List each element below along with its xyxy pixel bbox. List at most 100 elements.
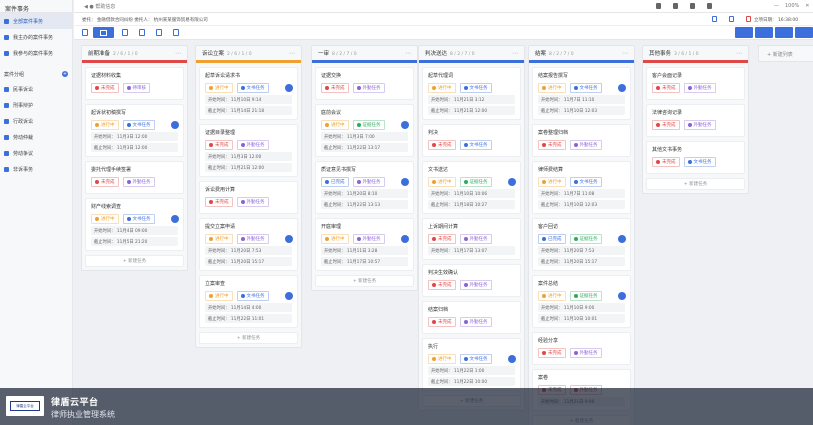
column-title: 前期准备 xyxy=(88,51,111,57)
task-title: 案卷 xyxy=(538,375,549,381)
add-task-button[interactable]: + 新建任务 xyxy=(315,275,414,287)
task-card[interactable]: 客户回访 已完成 证据任务 开始时间： 11月20日 7:53 截止时间： 11月20日… xyxy=(532,218,631,271)
more-icon[interactable]: ⋯ xyxy=(175,50,181,57)
sidebar-group-item[interactable]: 刑事辩护 xyxy=(0,97,72,113)
bell-icon[interactable] xyxy=(673,3,678,9)
column-header[interactable]: 一审 8 / 2 / 7 / 0 ⋯ xyxy=(312,46,417,63)
avatar[interactable] xyxy=(285,235,293,243)
task-card[interactable]: 法律咨询记录 未完成 外勤任务 xyxy=(646,104,745,137)
task-card[interactable]: 判决 未完成 文书任务 xyxy=(422,124,521,157)
task-card[interactable]: 其他文书事务 未完成 文书任务 xyxy=(646,141,745,174)
column-header[interactable]: 判决送达 8 / 2 / 7 / 0 ⋯ xyxy=(419,46,524,63)
sidebar-group-item[interactable]: 民事诉讼 xyxy=(0,81,72,97)
user-button[interactable] xyxy=(795,27,813,38)
sidebar-group-item[interactable]: 行政诉讼 xyxy=(0,113,72,129)
people-icon[interactable] xyxy=(122,29,128,36)
tag-label: 证据任务 xyxy=(362,123,381,128)
close-button[interactable]: ✕ xyxy=(805,3,809,9)
user-icon[interactable] xyxy=(690,3,695,9)
task-card[interactable]: 财产线索调查 进行中 文书任务 开始时间： 11月4日 09:00 截止时间： 11月5… xyxy=(85,198,184,251)
sidebar-group-item[interactable]: 非诉事务 xyxy=(0,161,72,177)
document-icon[interactable] xyxy=(729,16,734,22)
avatar[interactable] xyxy=(285,84,293,92)
task-card[interactable]: 客户会面记录 未完成 外勤任务 xyxy=(646,67,745,100)
avatar[interactable] xyxy=(401,178,409,186)
avatar[interactable] xyxy=(618,292,626,300)
add-task-button[interactable]: + 新建任务 xyxy=(199,332,298,344)
task-card[interactable]: 诉讼费用计算 未完成 外勤任务 xyxy=(199,181,298,214)
folder-button[interactable] xyxy=(755,27,773,38)
add-task-button[interactable]: + 新建任务 xyxy=(646,178,745,190)
delete-icon[interactable] xyxy=(746,16,751,22)
status-dot-icon xyxy=(573,180,578,184)
avatar[interactable] xyxy=(508,178,516,186)
breadcrumb[interactable]: ◀ ● 帮助信息 xyxy=(84,3,115,10)
task-card[interactable]: 起草代理词 进行中 文书任务 开始时间： 11月21日 3:12 截止时间： 11月21… xyxy=(422,67,521,120)
task-card[interactable]: 上诉期间计算 未完成 外勤任务 开始时间： 11月17日 13:07 xyxy=(422,218,521,260)
new-list-button[interactable]: + 新建列表 xyxy=(758,45,813,62)
avatar[interactable] xyxy=(508,355,516,363)
more-icon[interactable]: ⋯ xyxy=(289,50,295,57)
avatar[interactable] xyxy=(171,121,179,129)
user-icon[interactable] xyxy=(139,29,145,36)
task-card[interactable]: 立案审查 进行中 文书任务 开始时间： 11月14日 4:00 截止时间： 11月22日… xyxy=(199,275,298,328)
column-header[interactable]: 诉讼立案 2 / 6 / 1 / 0 ⋯ xyxy=(196,46,301,63)
member-button[interactable] xyxy=(735,27,753,38)
sidebar-group-item[interactable]: 劳动仲裁 xyxy=(0,129,72,145)
avatar[interactable] xyxy=(171,215,179,223)
sidebar-item-mine[interactable]: 我主办的案件事务 xyxy=(0,29,72,45)
brand-subtitle: 律师执业管理系统 xyxy=(51,410,115,419)
avatar[interactable] xyxy=(401,235,409,243)
link-icon[interactable] xyxy=(156,29,162,36)
avatar[interactable] xyxy=(285,292,293,300)
task-card[interactable]: 庭前会议 进行中 证据任务 开始时间： 11月3日 7:00 截止时间： 11月22日 … xyxy=(315,104,414,157)
sidebar-item-participating[interactable]: 我参与的案件事务 xyxy=(0,45,72,61)
task-card[interactable]: 证据目录整理 未完成 外勤任务 开始时间： 11月3日 12:00 截止时间： 11月2… xyxy=(199,124,298,177)
board-column: 诉讼立案 2 / 6 / 1 / 0 ⋯ 起草诉讼请求书 进行中 文书任务 开始时间： 11… xyxy=(195,45,302,348)
task-card[interactable]: 案卷整理归档 未完成 外勤任务 xyxy=(532,124,631,157)
avatar[interactable] xyxy=(618,84,626,92)
status-dot-icon xyxy=(463,143,468,147)
settings-icon[interactable] xyxy=(707,3,712,9)
task-card[interactable]: 结案归档 未完成 外勤任务 xyxy=(422,301,521,334)
column-header[interactable]: 其他事务 3 / 6 / 1 / 0 ⋯ xyxy=(643,46,748,63)
more-icon[interactable]: ⋯ xyxy=(622,50,628,57)
task-card[interactable]: 质证意见书撰写 已完成 外勤任务 开始时间： 11月20日 8:10 截止时间： 11月… xyxy=(315,161,414,214)
save-icon[interactable] xyxy=(656,3,661,9)
avatar[interactable] xyxy=(618,235,626,243)
task-card[interactable]: 起草诉讼请求书 进行中 文书任务 开始时间： 11月10日 9:14 截止时间： 11月… xyxy=(199,67,298,120)
add-group-icon[interactable]: + xyxy=(62,71,68,77)
add-task-button[interactable]: + 新建任务 xyxy=(85,255,184,267)
column-header[interactable]: 结案 8 / 2 / 7 / 0 ⋯ xyxy=(529,46,634,63)
task-card[interactable]: 委托代理手续签署 未完成 外勤任务 xyxy=(85,161,184,194)
task-card[interactable]: 执行 进行中 文书任务 开始时间： 11月22日 1:00 截止时间： 11月22日 1… xyxy=(422,338,521,391)
task-card[interactable]: 律师费结算 进行中 文书任务 开始时间： 11月7日 11:08 截止时间： 11月10… xyxy=(532,161,631,214)
filter-button[interactable] xyxy=(775,27,793,38)
task-card[interactable]: 判决生效确认 未完成 外勤任务 xyxy=(422,264,521,297)
list-view-icon[interactable] xyxy=(82,29,88,36)
board-view-button[interactable] xyxy=(93,27,114,38)
task-card[interactable]: 开庭审理 进行中 外勤任务 开始时间： 11月11日 3:28 截止时间： 11月17日… xyxy=(315,218,414,271)
task-card[interactable]: 提交立案申请 进行中 外勤任务 开始时间： 11月20日 7:53 截止时间： 11月2… xyxy=(199,218,298,271)
more-icon[interactable]: ⋯ xyxy=(736,50,742,57)
status-dot-icon xyxy=(126,180,131,184)
board-column: 一审 8 / 2 / 7 / 0 ⋯ 证据交换 未完成 外勤任务庭前会议 进行中 证据任务 开始… xyxy=(311,45,418,291)
task-card[interactable]: 证据交换 未完成 外勤任务 xyxy=(315,67,414,100)
status-badge: 外勤任务 xyxy=(459,280,492,290)
minimize-button[interactable]: — xyxy=(774,3,779,9)
task-card[interactable]: 起诉状初稿撰写 进行中 文书任务 开始时间： 11月3日 12:00 截止时间： 11月… xyxy=(85,104,184,157)
task-card[interactable]: 证据材料收集 未完成 待审核 xyxy=(85,67,184,100)
task-card[interactable]: 结案报告撰写 进行中 文书任务 开始时间： 11月7日 11:10 截止时间： 11月1… xyxy=(532,67,631,120)
column-header[interactable]: 前期准备 2 / 6 / 1 / 0 ⋯ xyxy=(82,46,187,63)
more-icon[interactable]: ⋯ xyxy=(405,50,411,57)
task-card[interactable]: 文书送达 进行中 证据任务 开始时间： 11月10日 10:06 截止时间： 11月18… xyxy=(422,161,521,214)
tag-icon[interactable] xyxy=(173,29,179,36)
sidebar-group-item[interactable]: 劳动争议 xyxy=(0,145,72,161)
list-icon[interactable] xyxy=(712,16,717,22)
more-icon[interactable]: ⋯ xyxy=(512,50,518,57)
avatar[interactable] xyxy=(401,121,409,129)
task-title: 起草代理词 xyxy=(428,73,454,79)
sidebar-item-all[interactable]: 全部案件事务 xyxy=(0,13,72,29)
task-card[interactable]: 经验分享 未完成 外勤任务 xyxy=(532,332,631,365)
task-card[interactable]: 案件总结 进行中 证据任务 开始时间： 11月10日 9:00 截止时间： 11月10日… xyxy=(532,275,631,328)
